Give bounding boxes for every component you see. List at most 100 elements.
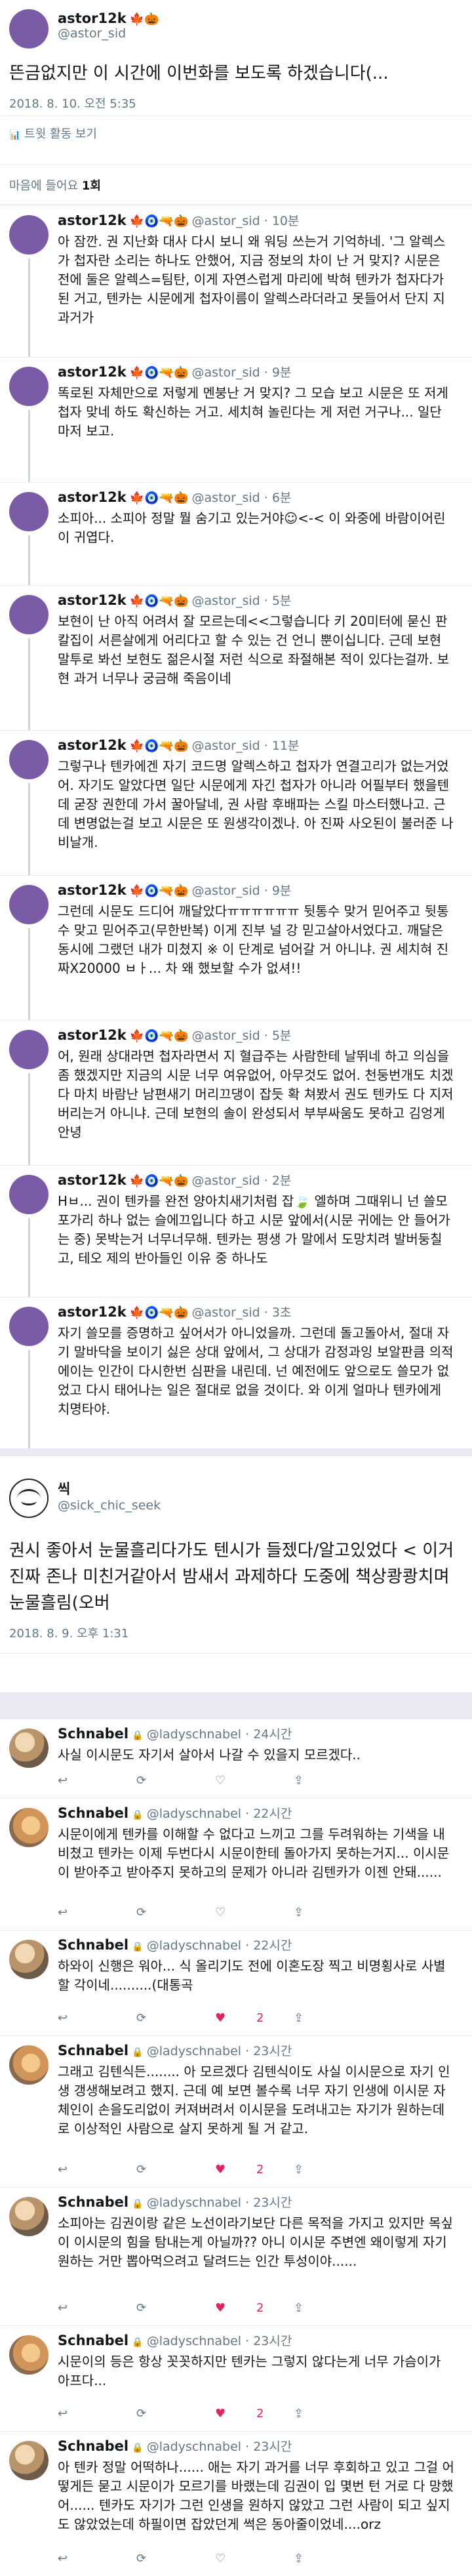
reply-time[interactable]: 2분 [272, 1174, 292, 1188]
reply-icon[interactable]: ↩ [58, 1906, 136, 1919]
display-name[interactable]: Schnabel [58, 1805, 128, 1821]
display-name[interactable]: Schnabel [58, 1937, 128, 1953]
reply-time[interactable]: 11분 [272, 739, 300, 753]
handle[interactable]: @astor_sid [192, 594, 260, 608]
reply-time[interactable]: 22시간 [253, 1807, 292, 1821]
display-name[interactable]: astor12k [58, 364, 127, 380]
display-name[interactable]: astor12k [58, 1304, 127, 1320]
handle[interactable]: @ladyschnabel [147, 1938, 241, 1953]
avatar[interactable] [9, 595, 49, 634]
display-name[interactable]: Schnabel [58, 2194, 128, 2210]
display-name[interactable]: astor12k [58, 489, 127, 505]
reply-tweet[interactable]: Schnabel 🔒 @ladyschnabel · 23시간 시문이의 등은 항… [0, 2325, 472, 2431]
handle[interactable]: @astor_sid [192, 491, 260, 505]
reply-time[interactable]: 23시간 [253, 2440, 292, 2454]
avatar[interactable] [9, 2045, 49, 2085]
avatar[interactable] [9, 2441, 49, 2480]
handle[interactable]: @ladyschnabel [147, 1727, 241, 1742]
handle[interactable]: @astor_sid [192, 1174, 260, 1188]
reply-time[interactable]: 22시간 [253, 1938, 292, 1953]
handle[interactable]: @ladyschnabel [147, 2440, 241, 2454]
reply-icon[interactable]: ↩ [58, 2011, 136, 2025]
like-button[interactable]: ♥ 2 [215, 2301, 294, 2315]
share-icon[interactable]: ⇪ [294, 1906, 372, 1919]
reply-time[interactable]: 23시간 [253, 2044, 292, 2058]
reply-time[interactable]: 23시간 [253, 2196, 292, 2210]
timestamp[interactable]: 2018. 8. 10. 오전 5:35 [9, 94, 136, 112]
reply-time[interactable]: 24시간 [253, 1727, 292, 1742]
reply-icon[interactable]: ↩ [58, 1774, 136, 1788]
retweet-icon[interactable]: ⟳ [136, 2552, 215, 2566]
avatar[interactable] [9, 1728, 49, 1768]
reply-icon[interactable]: ↩ [58, 2407, 136, 2421]
avatar[interactable] [9, 1307, 49, 1346]
like-button[interactable]: ♥ 2 [215, 2011, 294, 2025]
like-button[interactable]: ♥ 2 [215, 2407, 294, 2421]
display-name[interactable]: Schnabel [58, 2333, 128, 2348]
handle[interactable]: @ladyschnabel [147, 2196, 241, 2210]
display-name[interactable]: astor12k [58, 213, 127, 228]
reply-tweet[interactable]: astor12k 🍁🧿🔫🎃 @astor_sid · 2분 Hㅂ... 권이 텐카… [0, 1165, 472, 1297]
handle[interactable]: @astor_sid [192, 1305, 260, 1320]
handle[interactable]: @astor_sid [192, 884, 260, 898]
reply-time[interactable]: 10분 [272, 214, 300, 228]
display-name[interactable]: astor12k [58, 592, 127, 608]
handle[interactable]: @ladyschnabel [147, 2044, 241, 2058]
reply-tweet[interactable]: Schnabel 🔒 @ladyschnabel · 23시간 그래고 김텐식든.… [0, 2035, 472, 2187]
retweet-icon[interactable]: ⟳ [136, 2301, 215, 2315]
display-name[interactable]: Schnabel [58, 1726, 128, 1742]
reply-time[interactable]: 3초 [272, 1305, 292, 1320]
like-button[interactable]: ♡ [215, 1774, 294, 1788]
reply-time[interactable]: 5분 [272, 1029, 292, 1043]
handle[interactable]: @ladyschnabel [147, 1807, 241, 1821]
handle[interactable]: @astor_sid [192, 214, 260, 228]
display-name[interactable]: astor12k [58, 10, 127, 26]
reply-tweet[interactable]: astor12k 🍁🧿🔫🎃 @astor_sid · 11분 그렇구나 텐카에겐 … [0, 730, 472, 875]
reply-tweet[interactable]: astor12k 🍁🧿🔫🎃 @astor_sid · 9분 똑로된 자체만으로 저… [0, 357, 472, 482]
reply-time[interactable]: 23시간 [253, 2334, 292, 2348]
retweet-icon[interactable]: ⟳ [136, 1906, 215, 1919]
handle[interactable]: @astor_sid [192, 739, 260, 753]
reply-time[interactable]: 9분 [272, 884, 292, 898]
handle[interactable]: @sick_chic_seek [58, 1498, 161, 1513]
retweet-icon[interactable]: ⟳ [136, 1774, 215, 1788]
avatar[interactable] [9, 885, 49, 924]
like-button[interactable]: ♥ 2 [215, 2163, 294, 2177]
share-icon[interactable]: ⇪ [294, 2163, 372, 2177]
display-name[interactable]: 씩 [58, 1479, 161, 1498]
reply-tweet[interactable]: astor12k 🍁🧿🔫🎃 @astor_sid · 10분 아 잠깐. 권 지난… [0, 205, 472, 357]
share-icon[interactable]: ⇪ [294, 1774, 372, 1788]
display-name[interactable]: astor12k [58, 737, 127, 753]
handle[interactable]: @astor_sid [58, 26, 159, 41]
reply-time[interactable]: 5분 [272, 594, 292, 608]
avatar[interactable] [9, 2197, 49, 2236]
display-name[interactable]: Schnabel [58, 2438, 128, 2454]
avatar[interactable] [9, 367, 49, 406]
likes-summary[interactable]: 마음에 들어요 1회 [9, 176, 101, 194]
retweet-icon[interactable]: ⟳ [136, 2163, 215, 2177]
reply-time[interactable]: 9분 [272, 365, 292, 380]
avatar[interactable] [9, 9, 49, 49]
like-button[interactable]: ♡ [215, 1906, 294, 1919]
retweet-icon[interactable]: ⟳ [136, 2407, 215, 2421]
avatar[interactable] [9, 1030, 49, 1069]
reply-tweet[interactable]: astor12k 🍁🧿🔫🎃 @astor_sid · 3초 자기 쓸모를 증명하고… [0, 1297, 472, 1448]
like-button[interactable]: ♡ [215, 2552, 294, 2566]
reply-tweet[interactable]: astor12k 🍁🧿🔫🎃 @astor_sid · 6분 소피아... 소피아 … [0, 482, 472, 585]
timestamp[interactable]: 2018. 8. 9. 오후 1:31 [9, 1624, 128, 1641]
share-icon[interactable]: ⇪ [294, 2301, 372, 2315]
avatar[interactable] [9, 1175, 49, 1214]
reply-tweet[interactable]: astor12k 🍁🧿🔫🎃 @astor_sid · 9분 그런데 시문도 드디어… [0, 875, 472, 1020]
reply-tweet[interactable]: astor12k 🍁🧿🔫🎃 @astor_sid · 5분 보현이 난 아직 어려… [0, 585, 472, 730]
reply-tweet[interactable]: astor12k 🍁🧿🔫🎃 @astor_sid · 5분 어, 원래 상대라면 … [0, 1020, 472, 1165]
display-name[interactable]: Schnabel [58, 2043, 128, 2058]
avatar[interactable] [9, 1479, 49, 1518]
avatar[interactable] [9, 740, 49, 779]
tweet-activity-link[interactable]: 📊 트윗 활동 보기 [9, 125, 97, 142]
display-name[interactable]: astor12k [58, 882, 127, 898]
reply-time[interactable]: 6분 [272, 491, 292, 505]
share-icon[interactable]: ⇪ [294, 2011, 372, 2025]
avatar[interactable] [9, 492, 49, 531]
handle[interactable]: @astor_sid [192, 365, 260, 380]
avatar[interactable] [9, 215, 49, 255]
